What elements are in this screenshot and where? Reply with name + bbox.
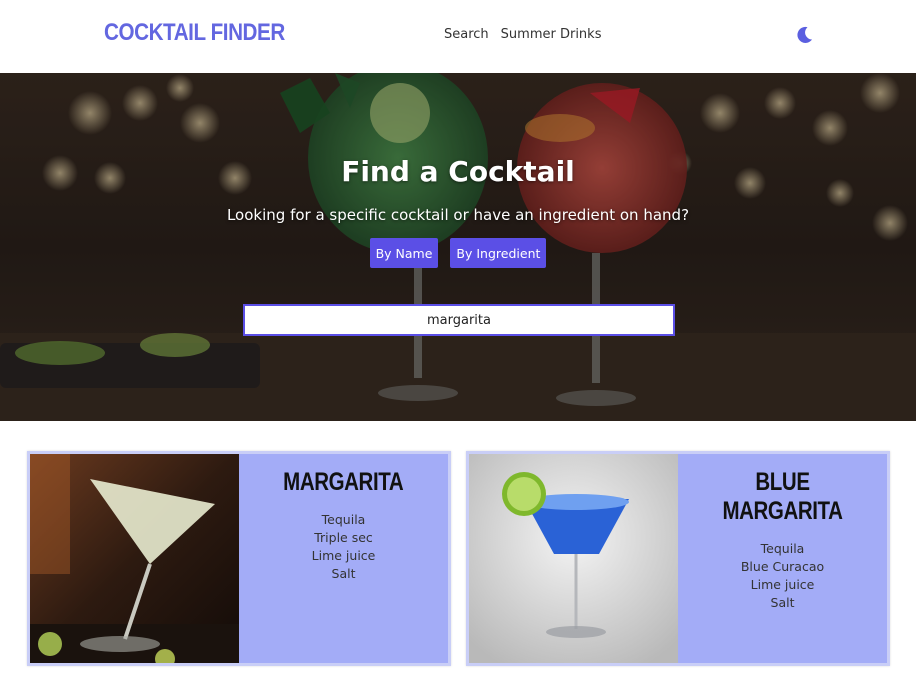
nav-summer-drinks-link[interactable]: Summer Drinks [501, 27, 602, 42]
by-ingredient-button[interactable]: By Ingredient [450, 238, 547, 268]
header: COCKTAIL FINDER Search Summer Drinks [0, 0, 916, 73]
blue-margarita-image [469, 454, 678, 663]
ingredient-item: Salt [770, 595, 795, 610]
card-body: BLUE MARGARITA Tequila Blue Curacao Lime… [678, 454, 887, 663]
ingredient-item: Salt [331, 566, 356, 581]
cocktail-name: BLUE MARGARITA [722, 468, 843, 525]
result-card[interactable]: MARGARITA Tequila Triple sec Lime juice … [27, 451, 451, 666]
margarita-image [30, 454, 239, 663]
ingredient-item: Tequila [321, 512, 366, 527]
ingredient-item: Lime juice [750, 577, 815, 592]
ingredient-item: Tequila [760, 541, 805, 556]
search-mode-buttons: By Name By Ingredient [0, 238, 916, 268]
hero-subtitle: Looking for a specific cocktail or have … [226, 206, 690, 224]
by-name-button[interactable]: By Name [369, 238, 439, 268]
nav-search-link[interactable]: Search [444, 27, 489, 42]
ingredient-list: Tequila Blue Curacao Lime juice Salt [678, 540, 887, 612]
hero-title: Find a Cocktail [341, 155, 575, 188]
hero-section: Find a Cocktail Looking for a specific c… [0, 73, 916, 421]
ingredient-item: Blue Curacao [740, 559, 825, 574]
ingredient-list: Tequila Triple sec Lime juice Salt [239, 511, 448, 583]
search-input[interactable] [243, 304, 675, 336]
ingredient-item: Lime juice [311, 548, 376, 563]
ingredient-item: Triple sec [314, 530, 373, 545]
cocktail-name: MARGARITA [283, 468, 404, 496]
main-nav: Search Summer Drinks [444, 27, 601, 42]
app-logo[interactable]: COCKTAIL FINDER [104, 19, 285, 47]
card-body: MARGARITA Tequila Triple sec Lime juice … [239, 454, 448, 663]
result-card[interactable]: BLUE MARGARITA Tequila Blue Curacao Lime… [466, 451, 890, 666]
moon-icon[interactable] [794, 25, 814, 45]
